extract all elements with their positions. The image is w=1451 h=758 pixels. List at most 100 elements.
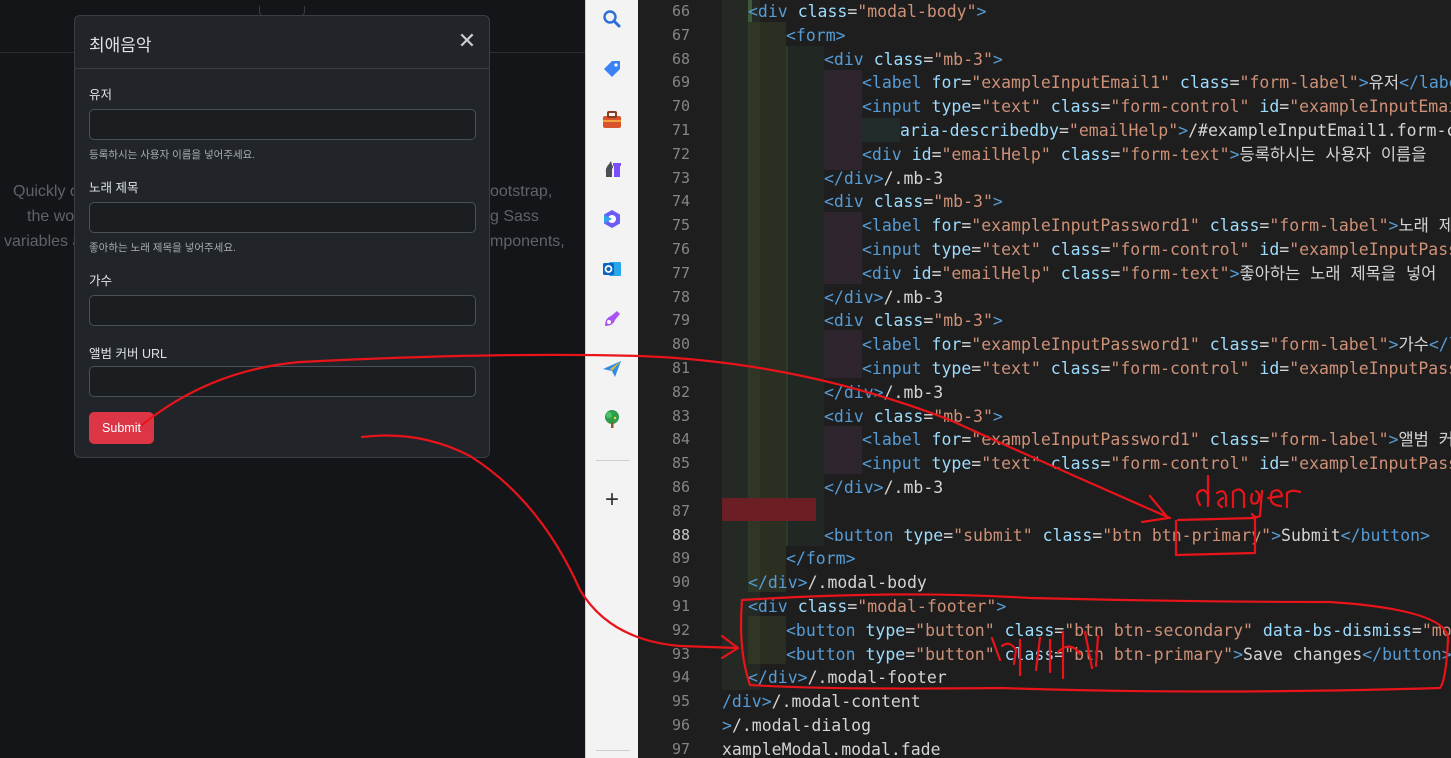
- song-title-input[interactable]: [89, 202, 476, 233]
- line-number: 90: [671, 573, 690, 592]
- user-label: 유저: [89, 88, 113, 102]
- line-number: 80: [671, 335, 690, 354]
- code-line: </div>/.mb-3: [824, 287, 944, 307]
- line-number: 69: [671, 73, 690, 92]
- code-line: <div class="modal-body">: [748, 2, 987, 21]
- line-number: 79: [671, 311, 690, 330]
- line-number: 66: [671, 2, 690, 20]
- search-icon[interactable]: [599, 6, 625, 32]
- line-number: 89: [671, 549, 690, 568]
- code-line: <button type="button" class="btn btn-sec…: [786, 620, 1451, 640]
- code-line: </div>/.modal-footer: [748, 668, 947, 688]
- code-line: <div class="modal-footer">: [748, 597, 1007, 616]
- tree-icon[interactable]: [599, 406, 625, 432]
- line-number: 77: [671, 263, 690, 282]
- line-number: 88: [671, 525, 690, 544]
- code-line: <div class="mb-3">: [824, 311, 1003, 331]
- code-line: xampleModal.modal.fade: [722, 739, 941, 758]
- line-number: 75: [671, 216, 690, 235]
- outlook-icon[interactable]: [599, 256, 625, 282]
- line-number: 67: [671, 25, 690, 44]
- code-line: <div class="mb-3">: [824, 49, 1003, 69]
- screenshot-root: { "background_page": { "line1_left": "Qu…: [0, 0, 1451, 758]
- code-line: <form>: [786, 25, 846, 45]
- code-line: </form>: [786, 549, 856, 569]
- line-number: 73: [671, 168, 690, 187]
- line-number: 96: [671, 716, 690, 734]
- toolbox-icon[interactable]: [599, 107, 625, 133]
- line-number: 84: [671, 430, 690, 449]
- line-number: 81: [671, 359, 690, 377]
- code-line: <label for="exampleInputEmail1" class="f…: [862, 73, 1451, 93]
- tag-icon[interactable]: [599, 56, 625, 82]
- line-number: 71: [671, 121, 690, 139]
- line-number: 92: [671, 620, 690, 639]
- designer-icon[interactable]: [599, 306, 625, 332]
- code-line: <input type="text" class="form-control" …: [862, 240, 1451, 259]
- line-number: 87: [671, 501, 690, 520]
- line-number: 82: [671, 382, 690, 401]
- code-line: <button type="submit" class="btn btn-pri…: [824, 525, 1431, 545]
- browser-page: Quickly c the wo variables a ootstrap, g…: [0, 0, 585, 758]
- modal-title: 최애음악: [89, 36, 152, 55]
- song-title-help-text: 좋아하는 노래 제목을 넣어주세요.: [89, 242, 236, 254]
- line-number: 76: [671, 240, 690, 258]
- code-line: </div>/.modal-body: [748, 573, 927, 593]
- code-editor[interactable]: 66 67 68 69 70 71 72 73 74 75 76 77 78 79 80 81 82 83 84 85…: [638, 0, 1451, 758]
- send-icon[interactable]: [599, 356, 625, 382]
- line-number: 70: [671, 97, 690, 116]
- code-line: <label for="exampleInputPassword1" class…: [862, 430, 1451, 450]
- line-number: 83: [671, 406, 690, 425]
- sidebar-divider: [596, 750, 630, 751]
- album-cover-label: 앨범 커버 URL: [89, 347, 167, 361]
- line-number: 97: [671, 739, 690, 758]
- line-number: 94: [671, 668, 690, 687]
- user-input[interactable]: [89, 109, 476, 140]
- music-modal: 최애음악 ✕ 유저 등록하시는 사용자 이름을 넣어주세요. 노래 제목 좋아하…: [74, 15, 490, 458]
- add-icon[interactable]: +: [599, 486, 625, 513]
- line-number: 85: [671, 454, 690, 473]
- line-number: 95: [671, 692, 690, 711]
- code-line: <div class="mb-3">: [824, 406, 1003, 426]
- edge-sidebar: +: [585, 0, 638, 758]
- bg-text: Quickly c: [13, 183, 78, 200]
- line-number: 72: [671, 144, 690, 163]
- bg-text: ootstrap,: [490, 183, 553, 200]
- code-line: >/.modal-dialog: [722, 716, 872, 735]
- diff-removed-highlight: [722, 498, 816, 521]
- code-line: /div>/.modal-content: [722, 692, 921, 712]
- album-cover-input[interactable]: [89, 366, 476, 397]
- singer-input[interactable]: [89, 295, 476, 326]
- song-title-label: 노래 제목: [89, 181, 139, 195]
- line-number: 74: [671, 192, 690, 211]
- line-number: 86: [671, 478, 690, 496]
- close-icon[interactable]: ✕: [455, 29, 479, 53]
- copilot-icon[interactable]: [599, 206, 625, 232]
- code-line: <button type="button" class="btn btn-pri…: [786, 644, 1451, 664]
- sidebar-divider: [596, 460, 630, 461]
- code-line: <label for="exampleInputPassword1" class…: [862, 335, 1451, 355]
- bg-text: the wo: [27, 208, 75, 225]
- singer-label: 가수: [89, 274, 113, 288]
- line-number: 68: [671, 49, 690, 68]
- chess-icon[interactable]: [599, 156, 625, 182]
- code-line: <input type="text" class="form-control" …: [862, 97, 1451, 117]
- code-line: </div>/.mb-3: [824, 478, 944, 497]
- user-help-text: 등록하시는 사용자 이름을 넣어주세요.: [89, 149, 256, 161]
- code-line: </div>/.mb-3: [824, 382, 944, 402]
- code-line: <input type="text" class="form-control" …: [862, 359, 1451, 378]
- line-number: 78: [671, 287, 690, 306]
- code-line: <div id="emailHelp" class="form-text">등록…: [862, 144, 1427, 164]
- line-number: 91: [671, 597, 690, 615]
- code-line: <label for="exampleInputPassword1" class…: [862, 216, 1451, 236]
- bg-text: variables a: [4, 233, 82, 250]
- code-line: <div class="mb-3">: [824, 192, 1003, 212]
- code-line: aria-describedby="emailHelp">/#exampleIn…: [900, 121, 1451, 140]
- bg-text: mponents,: [490, 233, 565, 250]
- submit-button[interactable]: Submit: [89, 412, 154, 444]
- bg-text: g Sass: [490, 208, 539, 225]
- code-line: <div id="emailHelp" class="form-text">좋아…: [862, 263, 1437, 283]
- code-line: <input type="text" class="form-control" …: [862, 454, 1451, 474]
- code-line: </div>/.mb-3: [824, 168, 944, 188]
- modal-header: 최애음악 ✕: [75, 16, 489, 69]
